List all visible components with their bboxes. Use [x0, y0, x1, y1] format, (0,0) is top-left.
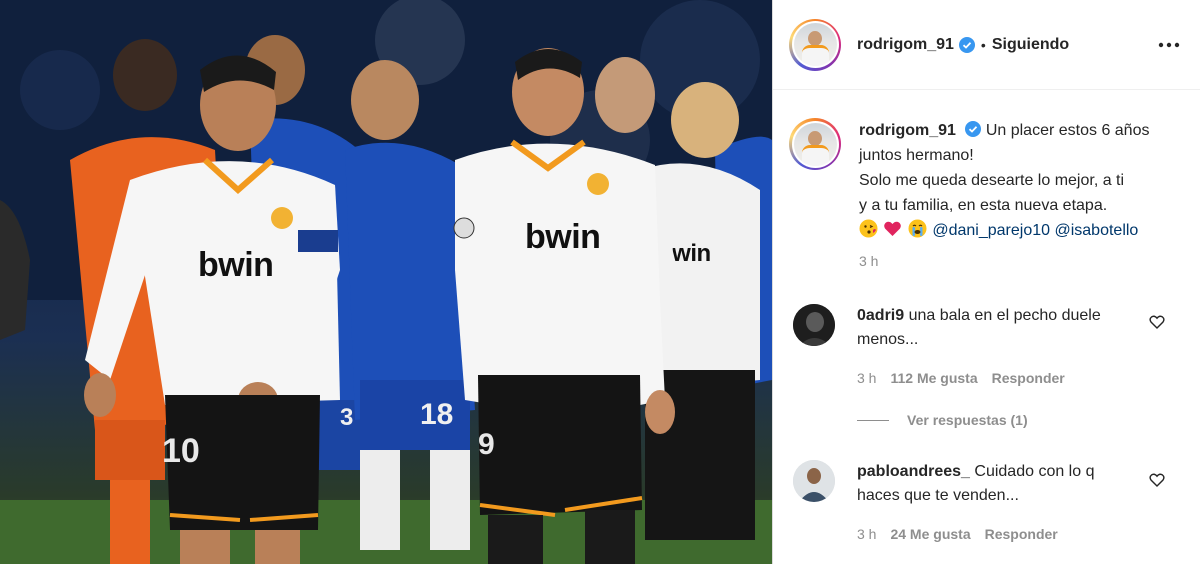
mention-link[interactable]: @isabotello: [1054, 222, 1138, 239]
crying-face-icon: [908, 219, 927, 238]
caption-text-line3: Solo me queda desearte lo mejor, a ti: [859, 172, 1125, 189]
commenter-avatar[interactable]: [793, 460, 835, 502]
author-avatar[interactable]: [789, 18, 841, 71]
caption-timestamp[interactable]: 3 h: [859, 249, 1149, 274]
shorts-number-right: 9: [478, 428, 495, 461]
verified-badge-icon: [958, 36, 975, 53]
post-photo[interactable]: bwin bwin bwin 10 9 18 3: [0, 0, 772, 564]
following-button[interactable]: Siguiendo: [992, 36, 1069, 54]
separator-dot: •: [980, 36, 986, 53]
mention-link[interactable]: @dani_parejo10: [932, 222, 1050, 239]
comment-text: una bala en el pecho duele: [908, 307, 1101, 324]
view-replies-label: Ver respuestas (1): [907, 412, 1028, 428]
post-header: rodrigom_91 • Siguiendo: [773, 0, 1200, 90]
kissing-face-icon: [859, 219, 878, 238]
verified-badge-icon: [965, 121, 982, 137]
caption-text-line1: Un placer estos 6 años: [985, 122, 1150, 139]
comment-text-line2: menos...: [857, 331, 919, 348]
caption-username[interactable]: rodrigom_91: [859, 122, 956, 139]
like-heart-icon[interactable]: [1149, 314, 1165, 330]
comment-likes[interactable]: 112 Me gusta: [890, 366, 977, 390]
shirt-sponsor-right: bwin: [525, 218, 601, 256]
shirt-sponsor-left: bwin: [198, 246, 274, 284]
comment-text: Cuidado con lo q: [974, 463, 1095, 480]
comment-text-line2: haces que te venden...: [857, 487, 1019, 504]
comment-item: 0adri9 una bala en el pecho duele menos.…: [793, 304, 1193, 390]
author-username[interactable]: rodrigom_91: [857, 36, 954, 54]
post-caption: rodrigom_91 Un placer estos 6 años junto…: [789, 118, 1189, 274]
comment-timestamp[interactable]: 3 h: [857, 366, 876, 390]
post-sidebar: rodrigom_91 • Siguiendo rodrigom_91 Un p…: [772, 0, 1200, 564]
caption-avatar[interactable]: [789, 118, 841, 170]
commenter-avatar[interactable]: [793, 304, 835, 346]
red-heart-icon: [883, 219, 902, 238]
comment-item: pabloandrees_ Cuidado con lo q haces que…: [793, 460, 1193, 546]
caption-text-line4: y a tu familia, en esta nueva etapa.: [859, 197, 1108, 214]
like-heart-icon[interactable]: [1149, 472, 1165, 488]
caption-text-line2: juntos hermano!: [859, 147, 974, 164]
comment-username[interactable]: 0adri9: [857, 307, 904, 324]
football-players-photo: [0, 0, 772, 564]
replies-divider: [857, 419, 889, 421]
shorts-number-blue: 18: [420, 398, 454, 431]
shorts-number-blue2: 3: [340, 404, 354, 431]
view-replies-button[interactable]: Ver respuestas (1): [857, 412, 1028, 428]
comment-username[interactable]: pabloandrees_: [857, 463, 970, 480]
more-options-icon[interactable]: [1154, 30, 1184, 60]
reply-button[interactable]: Responder: [992, 366, 1065, 390]
comment-timestamp[interactable]: 3 h: [857, 522, 876, 546]
shorts-number-left: 10: [162, 432, 200, 470]
comment-likes[interactable]: 24 Me gusta: [890, 522, 970, 546]
reply-button[interactable]: Responder: [985, 522, 1058, 546]
